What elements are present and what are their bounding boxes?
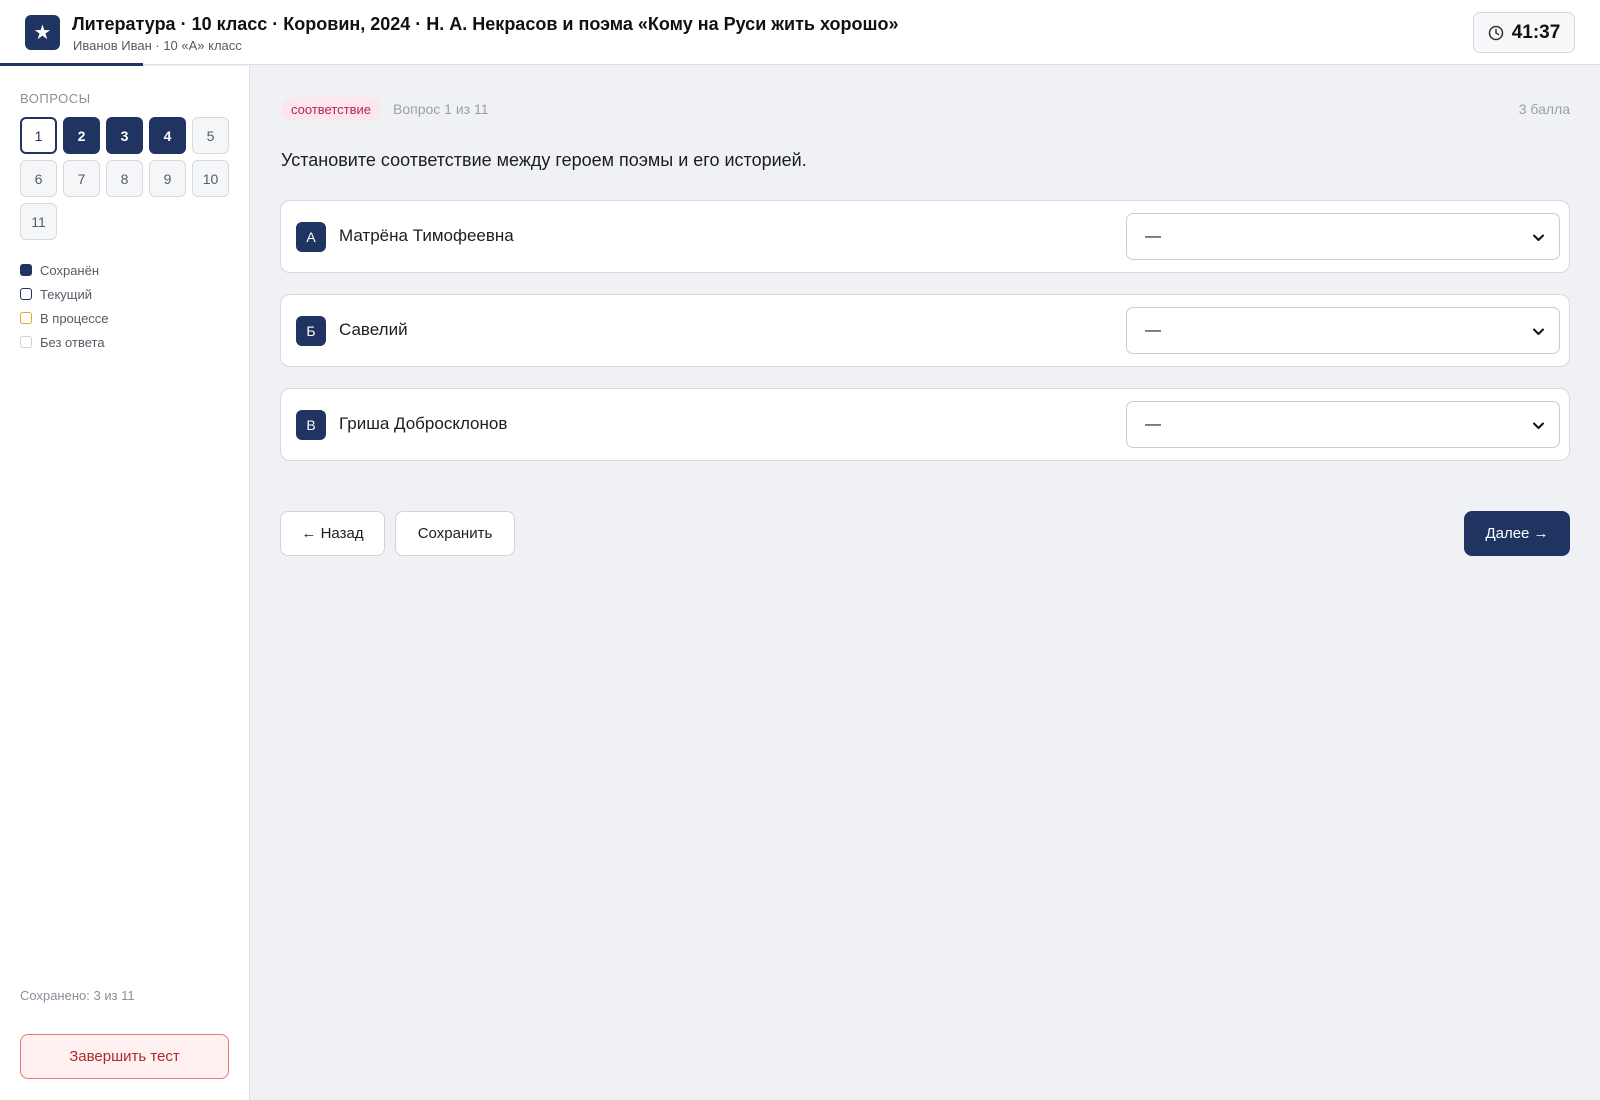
test-title: Литература · 10 класс · Коровин, 2024 · … <box>72 14 899 34</box>
saved-count: Сохранено: 3 из 11 <box>20 988 135 1003</box>
timer: 41:37 <box>1473 12 1575 53</box>
top-header: ★ Литература · 10 класс · Коровин, 2024 … <box>0 0 1600 65</box>
in-progress-swatch-icon <box>20 312 32 324</box>
star-logo-icon: ★ <box>25 15 60 50</box>
question-counter: Вопрос 1 из 11 <box>393 101 489 117</box>
match-select-value: — <box>1145 321 1161 339</box>
row-letter-badge: А <box>296 222 326 252</box>
question-nav-button[interactable]: 5 <box>192 117 229 154</box>
unanswered-swatch-icon <box>20 336 32 348</box>
legend-label: Сохранён <box>40 262 100 278</box>
row-letter-badge: Б <box>296 316 326 346</box>
question-grid: 1 2 3 4 5 6 7 8 9 10 11 <box>20 117 235 240</box>
legend-item: Текущий <box>20 282 109 306</box>
legend-item: Без ответа <box>20 330 109 354</box>
match-select-value: — <box>1145 227 1161 245</box>
question-type-badge: соответствие <box>281 97 381 121</box>
question-nav-button[interactable]: 3 <box>106 117 143 154</box>
current-swatch-icon <box>20 288 32 300</box>
student-info: Иванов Иван · 10 «А» класс <box>73 38 242 53</box>
match-row: А Матрёна Тимофеевна — <box>280 200 1570 273</box>
legend-item: Сохранён <box>20 258 109 282</box>
chevron-down-icon <box>1532 419 1545 437</box>
hero-name: Гриша Добросклонов <box>339 414 508 433</box>
back-button[interactable]: ← Назад <box>280 511 385 556</box>
chevron-down-icon <box>1532 231 1545 249</box>
legend-label: Текущий <box>40 286 92 302</box>
status-legend: Сохранён Текущий В процессе Без ответа <box>20 258 109 354</box>
match-row: В Гриша Добросклонов — <box>280 388 1570 461</box>
match-row: Б Савелий — <box>280 294 1570 367</box>
legend-label: В процессе <box>40 310 109 326</box>
save-button[interactable]: Сохранить <box>395 511 515 556</box>
question-nav-button[interactable]: 2 <box>63 117 100 154</box>
match-select[interactable]: — <box>1126 307 1560 354</box>
question-nav-button[interactable]: 7 <box>63 160 100 197</box>
questions-heading: Вопросы <box>20 91 91 106</box>
legend-label: Без ответа <box>40 334 105 350</box>
saved-swatch-icon <box>20 264 32 276</box>
question-panel: соответствие Вопрос 1 из 11 3 балла Уста… <box>250 66 1600 1100</box>
question-points: 3 балла <box>1518 101 1570 117</box>
chevron-down-icon <box>1532 325 1545 343</box>
timer-value: 41:37 <box>1511 21 1561 43</box>
question-nav-button[interactable]: 6 <box>20 160 57 197</box>
question-nav-button[interactable]: 10 <box>192 160 229 197</box>
row-letter-badge: В <box>296 410 326 440</box>
next-button[interactable]: Далее → <box>1464 511 1570 556</box>
legend-item: В процессе <box>20 306 109 330</box>
hero-name: Матрёна Тимофеевна <box>339 226 514 245</box>
finish-test-button[interactable]: Завершить тест <box>20 1034 229 1079</box>
match-select[interactable]: — <box>1126 401 1560 448</box>
match-select[interactable]: — <box>1126 213 1560 260</box>
clock-icon <box>1488 25 1504 41</box>
question-nav-button[interactable]: 8 <box>106 160 143 197</box>
question-nav-button[interactable]: 1 <box>20 117 57 154</box>
hero-name: Савелий <box>339 320 408 339</box>
sidebar: Вопросы 1 2 3 4 5 6 7 8 9 10 11 Сохранён… <box>0 66 250 1100</box>
question-text: Установите соответствие между героем поэ… <box>281 150 807 170</box>
question-nav-button[interactable]: 4 <box>149 117 186 154</box>
match-select-value: — <box>1145 415 1161 433</box>
question-nav-button[interactable]: 9 <box>149 160 186 197</box>
question-nav-button[interactable]: 11 <box>20 203 57 240</box>
